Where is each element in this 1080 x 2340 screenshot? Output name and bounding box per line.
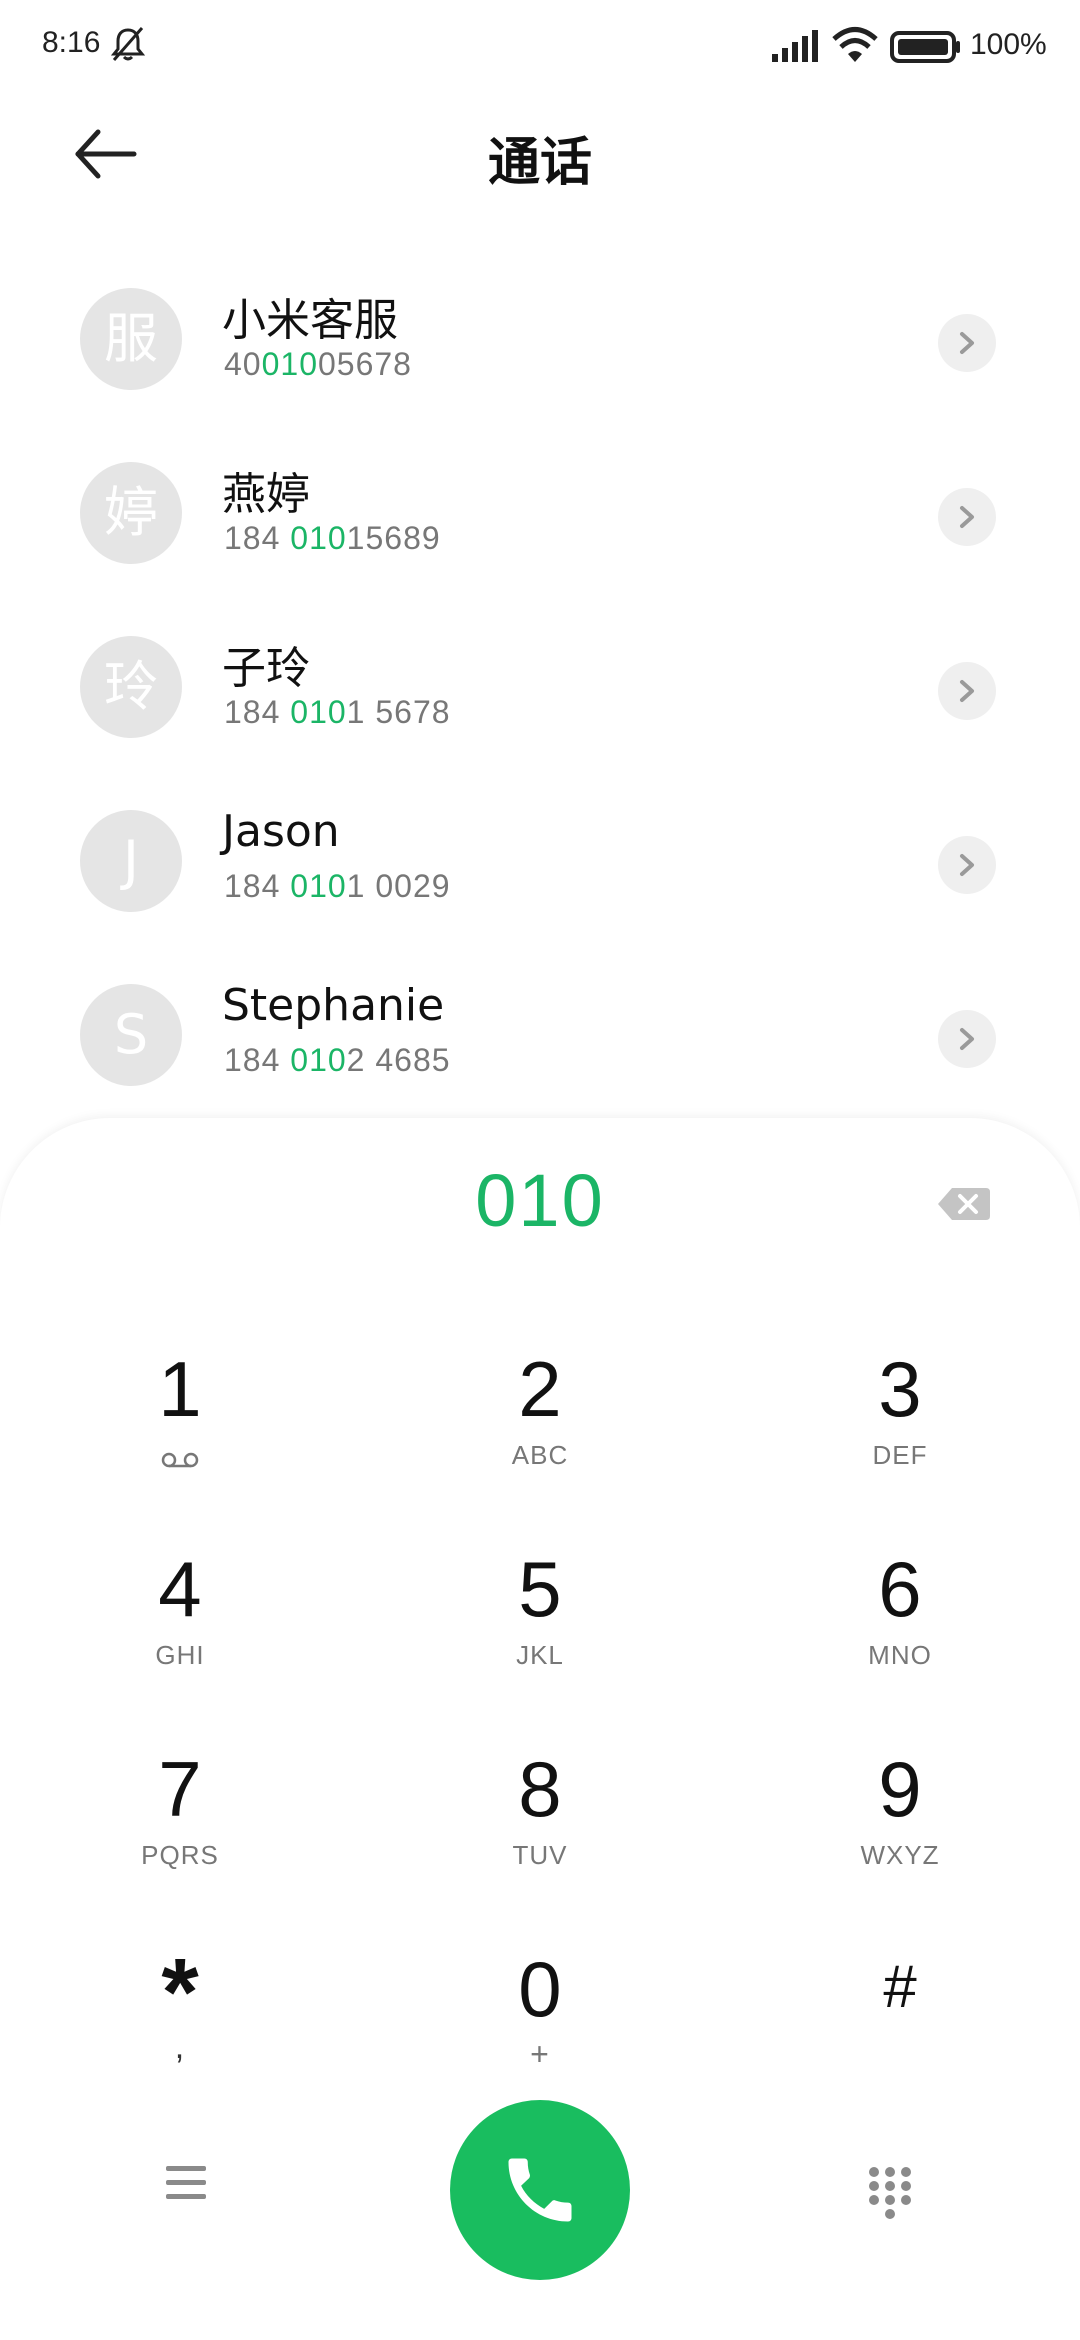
contact-number: 184 0101 0029: [224, 868, 451, 905]
wifi-icon: [832, 27, 878, 62]
key-digit: 1: [158, 1345, 202, 1433]
key-6[interactable]: 6 MNO: [750, 1544, 1050, 1714]
chevron-right-icon: [960, 680, 974, 702]
contact-name: Stephanie: [222, 980, 445, 1031]
number-prefix: 40: [224, 346, 262, 382]
key-digit: 7: [158, 1745, 202, 1833]
chevron-right-icon: [960, 854, 974, 876]
contact-detail-button[interactable]: [938, 488, 996, 546]
status-time: 8:16: [42, 26, 101, 59]
key-8[interactable]: 8 TUV: [390, 1744, 690, 1914]
battery-icon: [890, 31, 960, 63]
status-bar: 8:16 100%: [0, 0, 1080, 96]
avatar: S: [80, 984, 182, 1086]
contact-name: Jason: [222, 806, 340, 857]
list-item[interactable]: 婷 燕婷 184 01015689: [0, 456, 1080, 630]
number-prefix: 184: [224, 694, 291, 730]
contact-number: 184 0102 4685: [224, 1042, 451, 1079]
dialpad-icon[interactable]: [866, 2164, 914, 2222]
contact-number: 4001005678: [224, 346, 412, 383]
number-suffix: 1 5678: [346, 694, 451, 730]
key-letters: WXYZ: [860, 1840, 940, 1870]
avatar: 玲: [80, 636, 182, 738]
voicemail-icon: [161, 1452, 199, 1468]
call-button[interactable]: [450, 2100, 630, 2280]
key-3[interactable]: 3 DEF: [750, 1344, 1050, 1514]
number-suffix: 15689: [346, 520, 441, 556]
number-prefix: 184: [224, 868, 291, 904]
avatar: 婷: [80, 462, 182, 564]
key-4[interactable]: 4 GHI: [30, 1544, 330, 1714]
key-digit: 4: [158, 1545, 202, 1633]
key-digit: 2: [518, 1345, 562, 1433]
contact-detail-button[interactable]: [938, 662, 996, 720]
dial-input[interactable]: 010: [0, 1158, 1080, 1243]
number-suffix: 05678: [317, 346, 412, 382]
key-letters: MNO: [868, 1640, 932, 1670]
key-letters: JKL: [516, 1640, 564, 1670]
contact-detail-button[interactable]: [938, 314, 996, 372]
key-digit: 3: [878, 1345, 922, 1433]
key-2[interactable]: 2 ABC: [390, 1344, 690, 1514]
battery-percent: 100%: [970, 28, 1047, 61]
menu-icon[interactable]: [162, 2162, 214, 2208]
chevron-right-icon: [960, 1028, 974, 1050]
contact-detail-button[interactable]: [938, 836, 996, 894]
avatar: J: [80, 810, 182, 912]
contact-detail-button[interactable]: [938, 1010, 996, 1068]
number-prefix: 184: [224, 520, 291, 556]
key-9[interactable]: 9 WXYZ: [750, 1744, 1050, 1914]
key-7[interactable]: 7 PQRS: [30, 1744, 330, 1914]
number-match: 010: [290, 868, 347, 904]
contact-name: 子玲: [222, 643, 310, 694]
number-match: 010: [290, 1042, 347, 1078]
contact-number: 184 01015689: [224, 520, 441, 557]
contact-number: 184 0101 5678: [224, 694, 451, 731]
number-match: 010: [261, 346, 318, 382]
number-match: 010: [290, 520, 347, 556]
number-match: 010: [290, 694, 347, 730]
avatar: 服: [80, 288, 182, 390]
key-letters: ABC: [511, 1440, 569, 1470]
key-letters: PQRS: [141, 1840, 219, 1870]
list-item[interactable]: J Jason 184 0101 0029: [0, 804, 1080, 978]
number-prefix: 184: [224, 1042, 291, 1078]
key-star[interactable]: * ,: [30, 1939, 330, 2114]
key-letters: TUV: [512, 1840, 568, 1870]
key-digit: 0: [518, 1945, 562, 2033]
key-5[interactable]: 5 JKL: [390, 1544, 690, 1714]
key-digit: 9: [878, 1745, 922, 1833]
contact-name: 小米客服: [222, 295, 398, 346]
chevron-right-icon: [960, 506, 974, 528]
key-digit: 8: [518, 1745, 562, 1833]
number-suffix: 2 4685: [346, 1042, 451, 1078]
page-title: 通话: [487, 133, 592, 193]
key-letters: +: [530, 2036, 550, 2072]
phone-icon: [508, 2158, 572, 2222]
key-letters: ,: [174, 2028, 186, 2066]
bell-off-icon: [110, 27, 146, 61]
number-suffix: 1 0029: [346, 868, 451, 904]
key-digit: 6: [878, 1545, 922, 1633]
key-0[interactable]: 0 +: [390, 1944, 690, 2114]
list-item[interactable]: 玲 子玲 184 0101 5678: [0, 630, 1080, 804]
key-letters: DEF: [872, 1440, 928, 1470]
chevron-right-icon: [960, 332, 974, 354]
backspace-icon[interactable]: [936, 1184, 992, 1224]
signal-icon: [772, 30, 818, 62]
key-digit: #: [883, 1953, 917, 2020]
key-letters: GHI: [155, 1640, 205, 1670]
key-hash[interactable]: #: [750, 1944, 1050, 2114]
key-digit: 5: [518, 1545, 562, 1633]
key-1[interactable]: 1: [30, 1344, 330, 1514]
contact-name: 燕婷: [222, 469, 310, 520]
list-item[interactable]: 服 小米客服 4001005678: [0, 282, 1080, 456]
